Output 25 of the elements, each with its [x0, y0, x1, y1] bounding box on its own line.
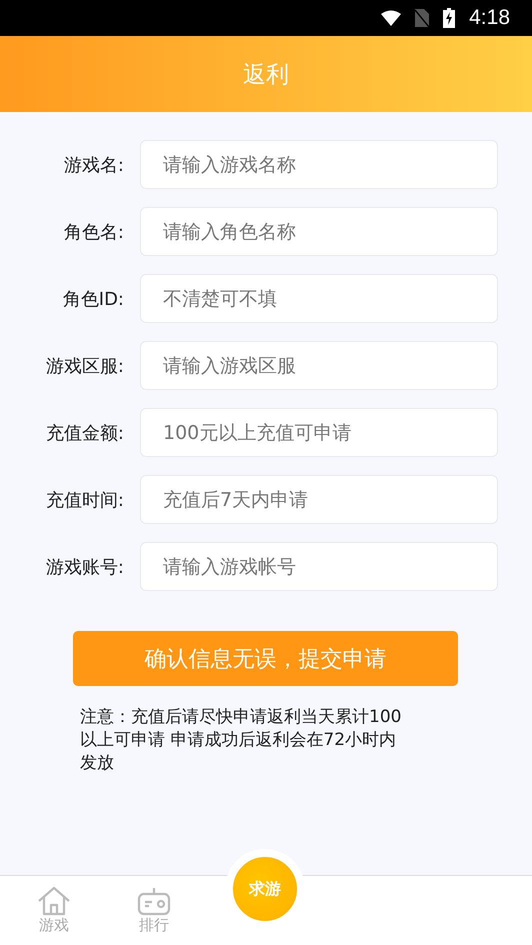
page-title: 返利: [243, 60, 289, 90]
field-label: 游戏账号:: [44, 556, 125, 578]
clock-time: 4:18: [469, 6, 510, 30]
field-label: 角色ID:: [62, 288, 125, 310]
input-field[interactable]: 不清楚可不填: [140, 274, 498, 323]
input-field[interactable]: 请输入游戏名称: [140, 140, 498, 189]
input-field[interactable]: 请输入游戏区服: [140, 341, 498, 390]
input-field[interactable]: 请输入游戏帐号: [140, 542, 498, 591]
submit-button[interactable]: 确认信息无误，提交申请: [73, 631, 458, 686]
home-icon[interactable]: [37, 886, 71, 916]
input-field[interactable]: 充值后7天内申请: [140, 475, 498, 524]
field-label: 充值时间:: [44, 488, 125, 512]
no-sim-icon: [415, 9, 430, 27]
notice-text: 注意：充值后请尽快申请返利当天累计100以上可申请 申请成功后返利会在72小时内发放: [80, 706, 402, 775]
input-field[interactable]: 请输入角色名称: [140, 207, 498, 256]
field-label: 游戏区服:: [44, 354, 125, 378]
field-label: 游戏名:: [62, 154, 125, 176]
field-label: 角色名:: [62, 220, 125, 244]
field-label: 充值金额:: [44, 422, 125, 444]
input-field[interactable]: 100元以上充值可申请: [140, 408, 498, 457]
battery-icon: [443, 8, 456, 28]
nav-tab[interactable]: 排行: [139, 916, 169, 935]
nav-tab[interactable]: 游戏: [39, 916, 69, 935]
gamepad-icon[interactable]: [137, 886, 171, 916]
wifi-icon: [381, 10, 402, 26]
